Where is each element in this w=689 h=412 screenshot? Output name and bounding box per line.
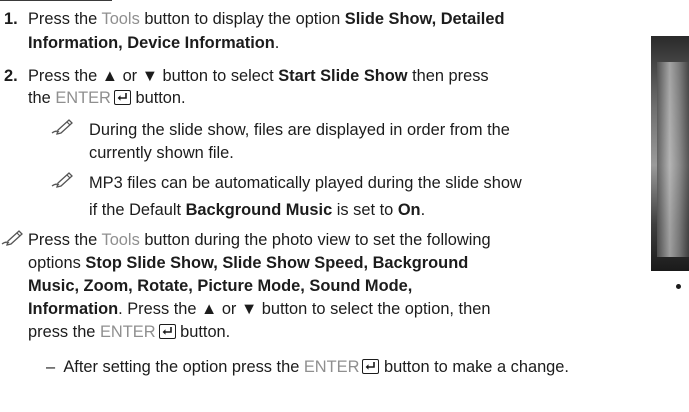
note-3-line-4: Information. Press the ▲ or ▼ button to … [28,300,491,318]
step-1-line-2: Information, Device Information. [28,34,280,52]
note-2-line-2: if the Default Background Music is set t… [89,201,426,219]
step-1-line-1: Press the Tools button to display the op… [28,10,505,28]
top-rule [0,0,112,1]
note-3-line-5: press the ENTER button. [28,323,231,341]
step-2-line-1: Press the ▲ or ▼ button to select Start … [28,67,489,85]
note-3-line-1: Press the Tools button during the photo … [28,231,491,249]
enter-keyword: ENTER [99,323,156,341]
note-pencil-icon [1,230,23,246]
note-1-line-1: During the slide show, files are display… [89,121,510,139]
enter-key-icon [158,324,176,339]
tools-keyword: Tools [101,10,140,28]
note-2-line-1: MP3 files can be automatically played du… [89,174,522,192]
note-pencil-icon [51,172,73,188]
step-2-line-2: the ENTER button. [28,89,186,107]
note-3-line-2: options Stop Slide Show, Slide Show Spee… [28,254,469,272]
enter-key-icon [362,359,380,374]
sub-item-line: – After setting the option press the ENT… [46,358,569,376]
enter-keyword: ENTER [55,89,111,107]
note-1-line-2: currently shown file. [89,144,234,162]
enter-keyword: ENTER [303,358,360,376]
step-2-number: 2. [4,67,18,85]
tools-keyword: Tools [101,231,140,249]
bullet-dot [676,284,681,289]
note-3-line-3: Music, Zoom, Rotate, Picture Mode, Sound… [28,277,413,295]
photo-content [657,62,689,257]
enter-key-icon [113,90,131,105]
step-1-number: 1. [4,10,18,28]
note-pencil-icon [51,119,73,135]
